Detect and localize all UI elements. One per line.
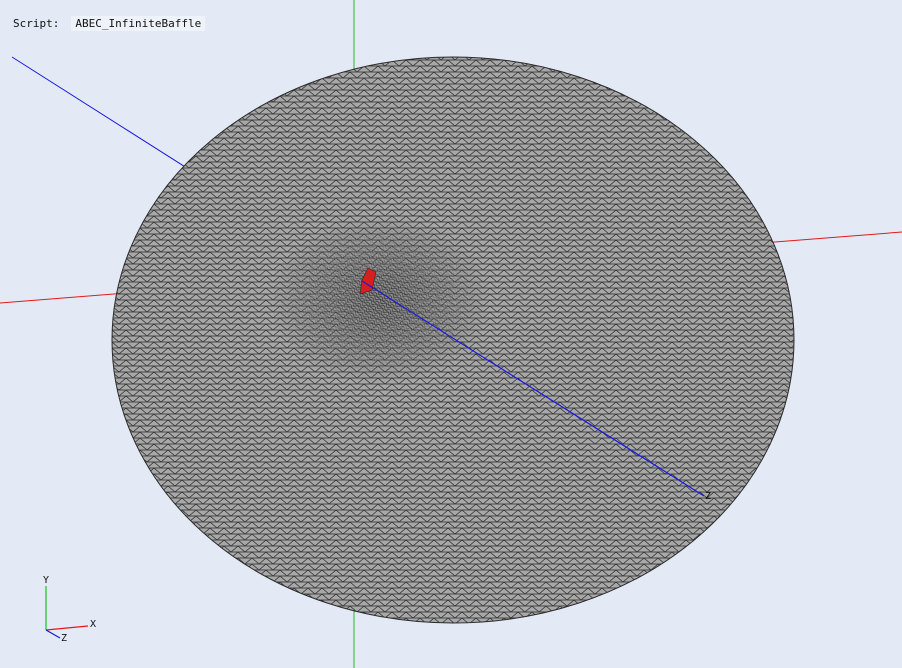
xyz-axes-triad-icon: Y X Z: [43, 575, 96, 644]
triad-z-label: Z: [61, 633, 67, 644]
scene-z-axis-label: Z: [705, 491, 711, 502]
infinite-baffle-mesh[interactable]: [111, 56, 795, 624]
triad-y-label: Y: [43, 575, 49, 586]
script-info: Script: ABEC_InfiniteBaffle: [13, 16, 206, 31]
script-label: Script:: [13, 17, 60, 30]
triad-x-label: X: [90, 619, 96, 630]
3d-viewport[interactable]: Z Y X Z: [0, 0, 902, 668]
script-name-value: ABEC_InfiniteBaffle: [71, 16, 206, 31]
